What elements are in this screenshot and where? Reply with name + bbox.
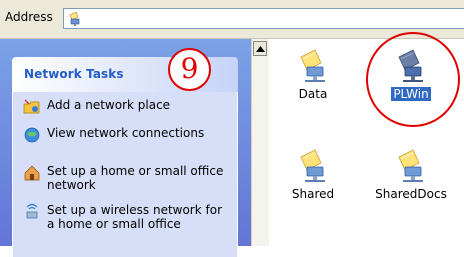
address-bar: Address bbox=[0, 0, 464, 39]
network-connections-icon bbox=[23, 126, 41, 144]
task-label: View network connections bbox=[47, 126, 205, 140]
step-badge: 9 bbox=[168, 48, 211, 91]
arrow-up-icon bbox=[256, 46, 265, 52]
task-add-network-place[interactable]: Add a network place bbox=[23, 98, 227, 116]
shared-folder-icon bbox=[393, 147, 429, 183]
add-network-place-icon bbox=[23, 98, 41, 116]
shared-folder-icon bbox=[295, 47, 331, 83]
share-label: Shared bbox=[291, 187, 335, 201]
share-label: SharedDocs bbox=[375, 187, 447, 201]
share-item-shareddocs[interactable]: SharedDocs bbox=[371, 147, 451, 201]
task-wireless-network[interactable]: Set up a wireless network for a home or … bbox=[23, 203, 227, 231]
panel-body: Add a network place View network connect… bbox=[12, 92, 238, 257]
share-item-shared[interactable]: Shared bbox=[273, 147, 353, 201]
scroll-up-button[interactable] bbox=[253, 41, 267, 56]
home-network-icon bbox=[23, 164, 41, 182]
highlight-circle bbox=[366, 32, 460, 127]
task-label: Set up a wireless network for a home or … bbox=[47, 203, 223, 231]
address-label: Address bbox=[5, 10, 53, 24]
task-view-network-connections[interactable]: View network connections bbox=[23, 126, 227, 144]
task-pane: Network Tasks Add a network place View n… bbox=[0, 39, 251, 257]
share-label: Data bbox=[298, 87, 328, 101]
network-tasks-panel: Network Tasks Add a network place View n… bbox=[12, 57, 238, 257]
address-input[interactable] bbox=[63, 8, 464, 29]
panel-title: Network Tasks bbox=[24, 67, 124, 81]
task-home-office-network[interactable]: Set up a home or small office network bbox=[23, 164, 227, 192]
share-item-data[interactable]: Data bbox=[273, 47, 353, 101]
network-folder-icon bbox=[67, 11, 83, 30]
task-label: Set up a home or small office network bbox=[47, 164, 224, 192]
shared-folder-icon bbox=[295, 147, 331, 183]
wireless-network-icon bbox=[23, 203, 41, 221]
task-label: Add a network place bbox=[47, 98, 171, 112]
vertical-scrollbar[interactable] bbox=[251, 39, 269, 246]
